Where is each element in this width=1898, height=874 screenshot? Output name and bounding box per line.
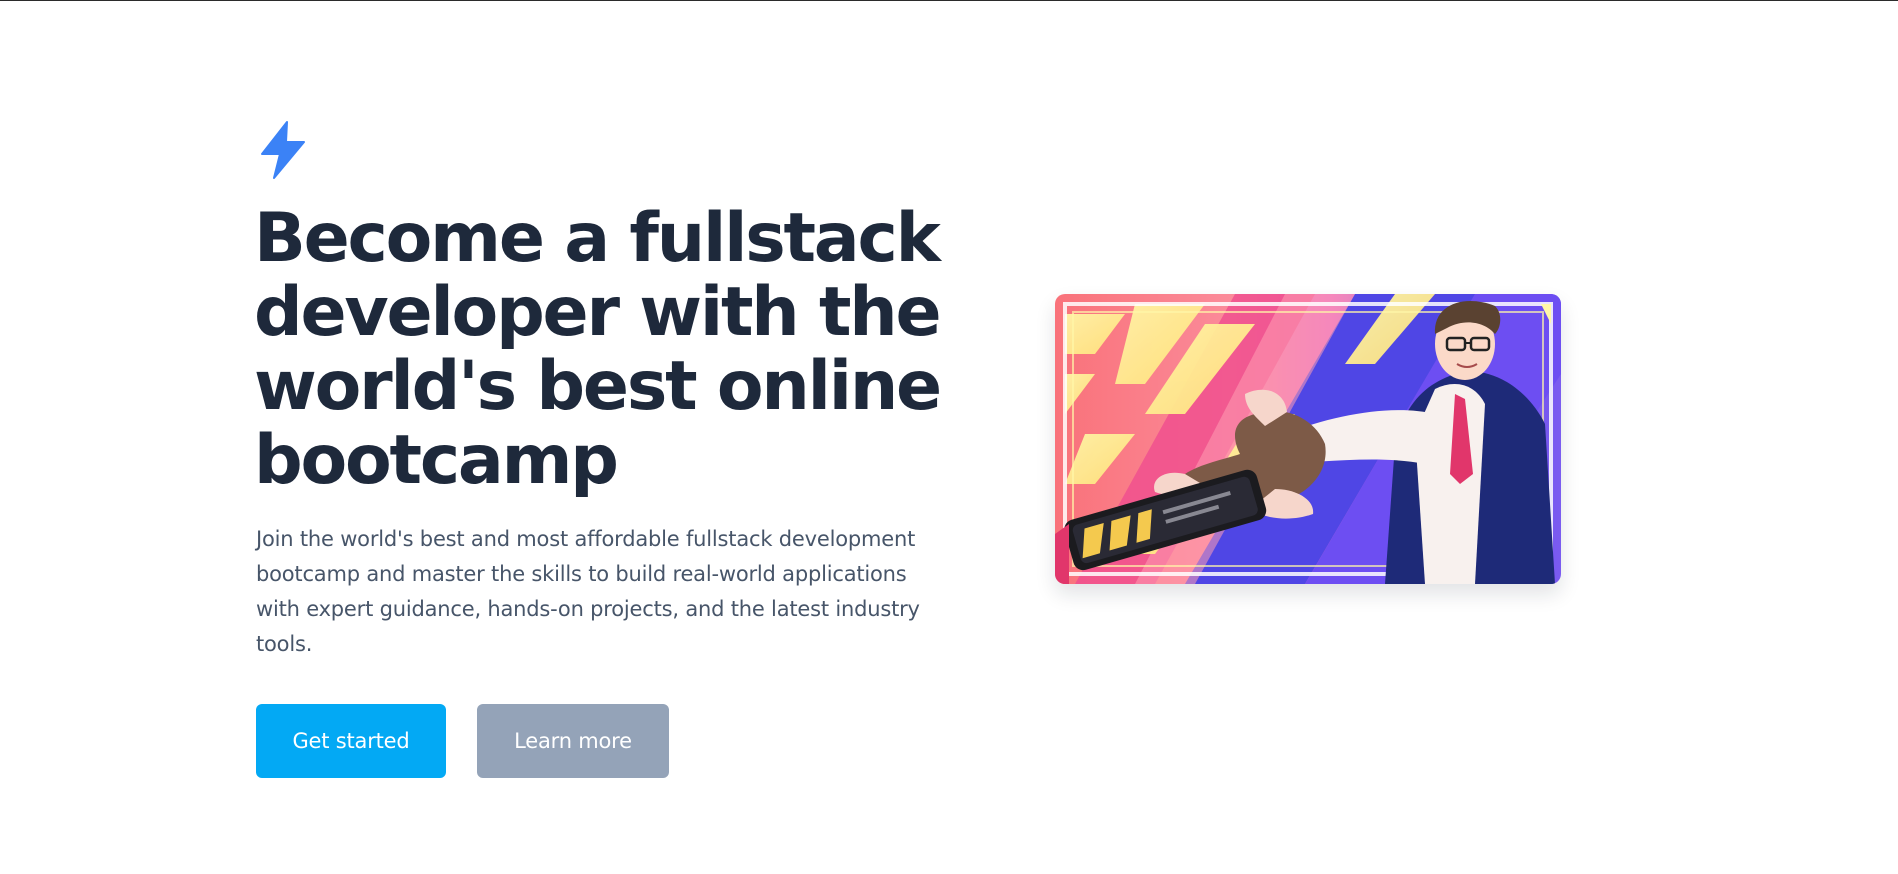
hero-section: Become a fullstack developer with the wo… bbox=[0, 0, 1898, 874]
hero-headline: Become a fullstack developer with the wo… bbox=[254, 199, 942, 500]
hero-actions: Get started Learn more bbox=[256, 704, 956, 778]
get-started-button[interactable]: Get started bbox=[256, 704, 446, 778]
hero-illustration bbox=[1055, 294, 1561, 584]
learn-more-button[interactable]: Learn more bbox=[477, 704, 669, 778]
hero-content: Become a fullstack developer with the wo… bbox=[254, 120, 956, 778]
hero-subtext: Join the world's best and most affordabl… bbox=[256, 527, 920, 656]
lightning-bolt-icon bbox=[256, 120, 956, 180]
